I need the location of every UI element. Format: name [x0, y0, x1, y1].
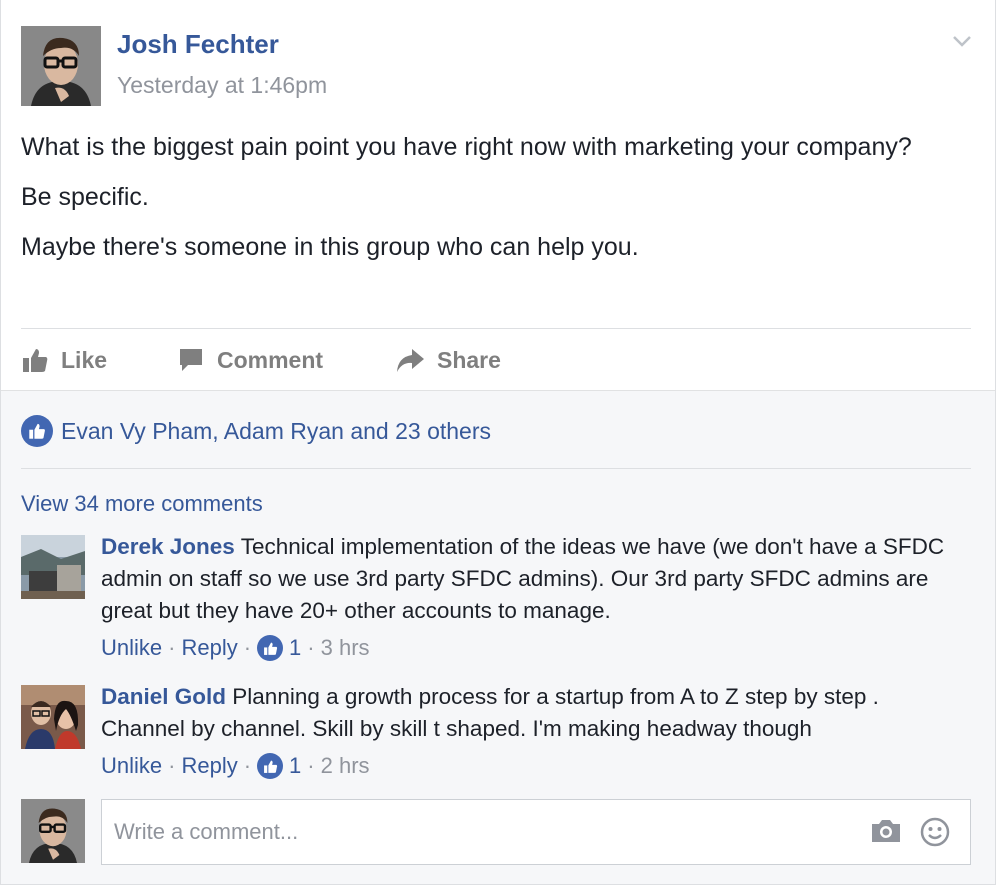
comment-input[interactable]	[112, 800, 816, 864]
post-author-name[interactable]: Josh Fechter	[117, 29, 279, 60]
thumbs-up-icon	[21, 415, 53, 447]
comment-label: Comment	[217, 346, 324, 373]
camera-icon[interactable]	[870, 817, 902, 845]
unlike-link[interactable]: Unlike	[101, 635, 162, 661]
like-button[interactable]: Like	[21, 346, 177, 374]
post-actions: Like Comment Share	[21, 340, 501, 380]
author-avatar[interactable]	[21, 26, 101, 106]
share-icon	[397, 349, 424, 372]
smiley-icon[interactable]	[920, 817, 950, 847]
like-label: Like	[61, 346, 108, 373]
current-user-avatar	[21, 799, 85, 863]
post-paragraph: What is the biggest pain point you have …	[21, 133, 912, 161]
comment-composer[interactable]	[101, 799, 971, 865]
comment-time[interactable]: 3 hrs	[321, 635, 370, 661]
commenter-name[interactable]: Derek Jones	[101, 534, 235, 559]
post-header-section: Josh Fechter Yesterday at 1:46pm What is…	[1, 0, 995, 390]
comment-button[interactable]: Comment	[177, 346, 395, 374]
post-body: What is the biggest pain point you have …	[21, 128, 921, 278]
likes-summary-text[interactable]: Evan Vy Pham, Adam Ryan and 23 others	[61, 418, 491, 445]
commenter-avatar[interactable]	[21, 685, 85, 749]
view-more-comments-link[interactable]: View 34 more comments	[21, 491, 263, 517]
post-paragraph: Be specific.	[21, 183, 149, 211]
thumbs-up-icon	[23, 349, 48, 372]
comments-section: Evan Vy Pham, Adam Ryan and 23 others Vi…	[1, 390, 995, 884]
write-comment-row	[21, 799, 971, 865]
divider	[21, 328, 971, 329]
comment-like-count[interactable]: 1	[289, 635, 301, 661]
comment-meta: Unlike · Reply · 1 · 3 hrs	[101, 635, 370, 661]
comment-text-block: Derek Jones Technical implementation of …	[101, 531, 955, 627]
thumbs-up-icon	[257, 635, 284, 661]
likes-summary[interactable]: Evan Vy Pham, Adam Ryan and 23 others	[21, 415, 491, 447]
post-paragraph: Maybe there's someone in this group who …	[21, 233, 639, 261]
thumbs-up-icon	[257, 753, 284, 779]
post-timestamp[interactable]: Yesterday at 1:46pm	[117, 72, 327, 99]
reply-link[interactable]: Reply	[181, 753, 237, 779]
comment-time[interactable]: 2 hrs	[321, 753, 370, 779]
comment-meta: Unlike · Reply · 1 · 2 hrs	[101, 753, 370, 779]
share-label: Share	[437, 346, 501, 373]
commenter-name[interactable]: Daniel Gold	[101, 684, 226, 709]
comment-icon	[180, 349, 202, 371]
post-card: Josh Fechter Yesterday at 1:46pm What is…	[0, 0, 996, 885]
comment-like-count[interactable]: 1	[289, 753, 301, 779]
commenter-avatar[interactable]	[21, 535, 85, 599]
divider	[21, 468, 971, 469]
unlike-link[interactable]: Unlike	[101, 753, 162, 779]
share-button[interactable]: Share	[395, 346, 501, 374]
comment-text-block: Daniel Gold Planning a growth process fo…	[101, 681, 955, 745]
chevron-down-icon[interactable]	[951, 30, 973, 52]
reply-link[interactable]: Reply	[181, 635, 237, 661]
